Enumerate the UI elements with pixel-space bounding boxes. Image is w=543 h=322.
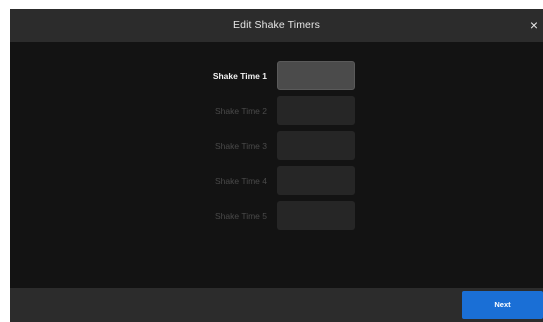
next-button[interactable]: Next [462,291,543,319]
edit-shake-timers-dialog: Edit Shake Timers × Shake Time 1 Shake T… [10,9,543,322]
timer-input-1[interactable] [277,61,355,90]
dialog-header: Edit Shake Timers × [10,9,543,42]
timer-label-4: Shake Time 4 [215,176,267,186]
timer-row-4: Shake Time 4 [10,166,543,196]
timer-label-5: Shake Time 5 [215,211,267,221]
timer-input-5[interactable] [277,201,355,230]
timer-label-2: Shake Time 2 [215,106,267,116]
timer-row-1: Shake Time 1 [10,61,543,91]
dialog-title: Edit Shake Timers [233,19,320,31]
timer-row-5: Shake Time 5 [10,201,543,231]
timer-row-3: Shake Time 3 [10,131,543,161]
close-icon[interactable]: × [525,9,543,42]
timer-input-2[interactable] [277,96,355,125]
timer-list: Shake Time 1 Shake Time 2 Shake Time 3 S… [10,42,543,288]
timer-label-3: Shake Time 3 [215,141,267,151]
timer-label-1: Shake Time 1 [212,71,267,81]
dialog-footer: Next [10,288,543,322]
timer-input-3[interactable] [277,131,355,160]
timer-row-2: Shake Time 2 [10,96,543,126]
timer-input-4[interactable] [277,166,355,195]
